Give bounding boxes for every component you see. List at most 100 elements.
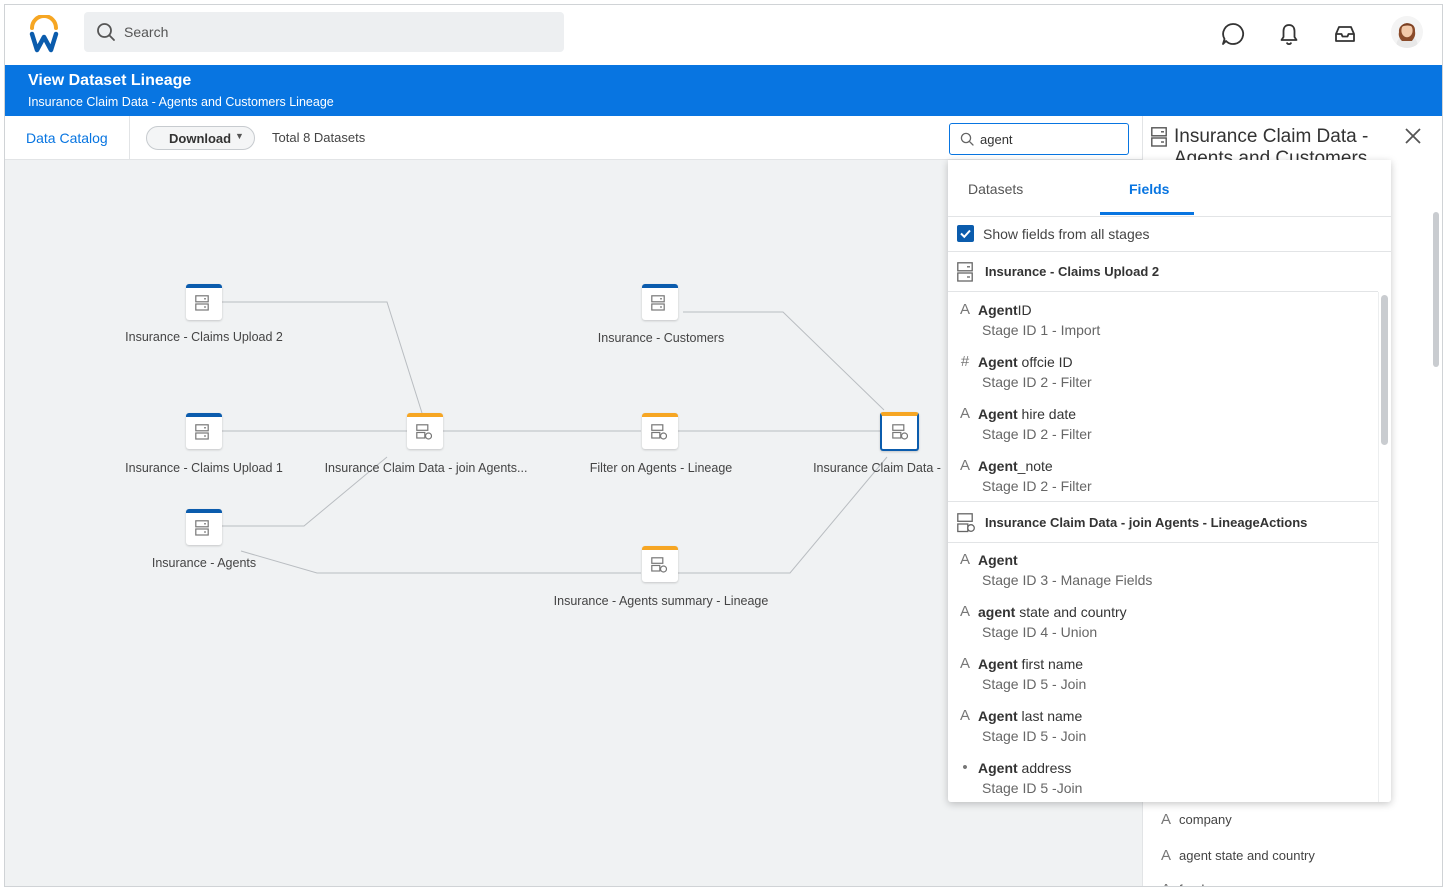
field-stage: Stage ID 5 - Join	[982, 728, 1087, 744]
text-type-icon: A	[959, 655, 970, 672]
chat-icon[interactable]	[1220, 21, 1246, 47]
text-type-icon: A	[959, 603, 970, 620]
search-results-dropdown: Datasets Fields Show fields from all sta…	[948, 160, 1391, 802]
field-stage: Stage ID 2 - Filter	[982, 374, 1092, 390]
field-result-item[interactable]: A Agent last name Stage ID 5 - Join	[948, 698, 1378, 750]
show-all-stages-row[interactable]: Show fields from all stages	[948, 216, 1391, 252]
show-all-stages-label: Show fields from all stages	[983, 226, 1150, 242]
text-type-icon: A	[1161, 847, 1172, 864]
field-stage: Stage ID 5 - Join	[982, 676, 1087, 692]
dataset-icon	[195, 295, 209, 311]
dataset-node-claims-upload-1[interactable]	[186, 413, 222, 449]
number-type-icon: #	[960, 353, 970, 370]
search-value: agent	[980, 132, 1013, 147]
field-stage: Stage ID 3 - Manage Fields	[982, 572, 1153, 588]
field-stage: Stage ID 1 - Import	[982, 322, 1101, 338]
text-type-icon: A	[959, 457, 970, 474]
panel-field: Acompany	[1161, 811, 1232, 828]
dataset-node-customers[interactable]	[642, 284, 678, 320]
tab-datasets[interactable]: Datasets	[968, 181, 1023, 197]
field-search-input[interactable]: agent	[949, 123, 1129, 155]
node-label: Insurance - Agents	[151, 556, 257, 570]
location-type-icon: •	[962, 759, 968, 776]
search-placeholder: Search	[124, 24, 169, 40]
field-result-item[interactable]: • Agent address Stage ID 5 -Join	[948, 750, 1378, 802]
node-label: Insurance Claim Data -	[813, 461, 941, 475]
dataset-node-filter-on-agents[interactable]	[642, 413, 678, 449]
node-label: Insurance - Claims Upload 1	[125, 461, 283, 475]
top-bar: Search	[5, 5, 1442, 65]
result-group-title: Insurance - Claims Upload 2	[985, 264, 1160, 279]
edge	[240, 550, 641, 574]
node-label: Insurance - Agents summary - Lineage	[553, 594, 769, 608]
text-type-icon: A	[959, 405, 970, 422]
derived-dataset-icon	[651, 424, 667, 440]
dataset-icon	[651, 295, 665, 311]
dataset-icon	[195, 424, 209, 440]
search-icon	[97, 23, 115, 41]
workday-logo[interactable]	[27, 15, 61, 55]
result-group-title: Insurance Claim Data - join Agents - Lin…	[985, 515, 1308, 530]
text-type-icon: A	[959, 551, 970, 568]
field-result-item[interactable]: A agent state and country Stage ID 4 - U…	[948, 594, 1378, 646]
breadcrumb-data-catalog[interactable]: Data Catalog	[26, 130, 108, 146]
result-group-header: Insurance - Claims Upload 2	[948, 251, 1378, 292]
field-stage: Stage ID 2 - Filter	[982, 478, 1092, 494]
dataset-icon	[1151, 127, 1167, 147]
active-tab-indicator	[1100, 212, 1194, 215]
panel-title: Insurance Claim Data - Agents and Custom…	[1174, 126, 1369, 160]
download-button[interactable]: Download ▼	[146, 126, 255, 150]
text-type-icon: A	[959, 301, 970, 318]
toolbar-divider	[129, 116, 130, 159]
global-search[interactable]: Search	[84, 12, 564, 52]
field-stage: Stage ID 4 - Union	[982, 624, 1098, 640]
panel-scrollbar[interactable]	[1433, 212, 1439, 367]
inbox-icon[interactable]	[1332, 21, 1358, 47]
checkmark-icon	[960, 229, 971, 239]
node-label: Filter on Agents - Lineage	[589, 461, 733, 475]
field-stage: Stage ID 2 - Filter	[982, 426, 1092, 442]
panel-field: Aagent state and country	[1161, 847, 1315, 864]
dataset-node-claim-data-join-agents[interactable]	[407, 413, 443, 449]
user-avatar[interactable]	[1390, 15, 1424, 49]
derived-dataset-icon	[892, 424, 908, 440]
field-stage: Stage ID 5 -Join	[982, 780, 1083, 796]
field-result-item[interactable]: A Agent hire date Stage ID 2 - Filter	[948, 396, 1378, 448]
dataset-node-claims-upload-2[interactable]	[186, 284, 222, 320]
results-tabs: Datasets Fields	[948, 160, 1391, 217]
dataset-icon	[957, 262, 973, 282]
node-label: Insurance Claim Data - join Agents...	[324, 461, 528, 475]
download-label: Download	[169, 131, 232, 146]
dataset-count: Total 8 Datasets	[272, 130, 366, 145]
chevron-down-icon: ▼	[235, 131, 244, 141]
app-window: Search View Dataset Lineage Insurance Cl…	[4, 4, 1443, 887]
tab-fields[interactable]: Fields	[1129, 181, 1169, 197]
field-result-item[interactable]: A Agent Stage ID 3 - Manage Fields	[948, 542, 1378, 594]
dataset-node-claim-data-selected[interactable]	[880, 412, 919, 451]
show-all-stages-checkbox[interactable]	[957, 225, 974, 242]
field-result-item[interactable]: A Agent first name Stage ID 5 - Join	[948, 646, 1378, 698]
text-type-icon: A	[959, 707, 970, 724]
field-result-item[interactable]: A AgentID Stage ID 1 - Import	[948, 292, 1378, 344]
node-label: Insurance - Claims Upload 2	[125, 330, 283, 344]
result-group-header: Insurance Claim Data - join Agents - Lin…	[948, 501, 1378, 543]
text-type-icon: A	[1161, 811, 1172, 828]
results-scrollbar-thumb[interactable]	[1381, 295, 1388, 445]
text-type-icon: A	[1161, 881, 1171, 886]
field-result-item[interactable]: A Agent_note Stage ID 2 - Filter	[948, 448, 1378, 500]
panel-field: Afund	[1161, 881, 1204, 886]
derived-dataset-icon	[651, 557, 667, 573]
derived-dataset-icon	[957, 513, 975, 533]
derived-dataset-icon	[416, 424, 432, 440]
bell-icon[interactable]	[1276, 21, 1302, 47]
node-label: Insurance - Customers	[597, 331, 725, 345]
page-header: View Dataset Lineage Insurance Claim Dat…	[5, 65, 1442, 116]
edge	[222, 301, 423, 414]
close-icon[interactable]	[1405, 128, 1421, 144]
dataset-node-agents-summary[interactable]	[642, 546, 678, 582]
search-icon	[960, 132, 974, 146]
dataset-node-agents[interactable]	[186, 509, 222, 545]
page-title: View Dataset Lineage	[28, 72, 192, 89]
field-result-item[interactable]: # Agent offcie ID Stage ID 2 - Filter	[948, 344, 1378, 396]
dataset-icon	[195, 520, 209, 536]
